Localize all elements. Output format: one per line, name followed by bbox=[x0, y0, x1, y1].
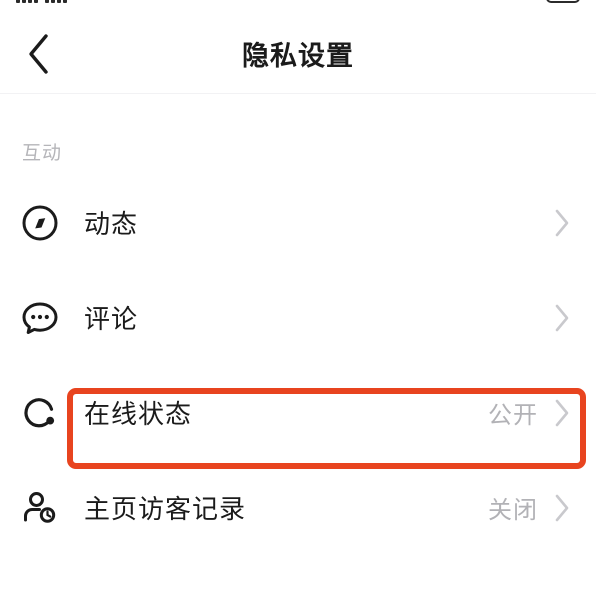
chevron-right-icon bbox=[550, 493, 574, 523]
settings-list: 动态 评论 在线状态 公开 主页访客记录 关闭 bbox=[0, 175, 596, 555]
list-item-label: 在线状态 bbox=[84, 399, 193, 429]
section-header-interaction: 互动 bbox=[22, 143, 63, 164]
comment-bubble-icon bbox=[18, 296, 62, 340]
wifi-icon: ▲ bbox=[481, 0, 498, 4]
list-item-value: 关闭 bbox=[488, 497, 538, 524]
list-item-value: 公开 bbox=[488, 402, 538, 429]
visitor-record-icon bbox=[18, 486, 62, 530]
network-arrows-icon: ↑↓ bbox=[165, 0, 178, 2]
signal-bars-secondary-icon bbox=[45, 0, 67, 3]
list-item-visitor-records[interactable]: 主页访客记录 关闭 bbox=[0, 460, 596, 555]
signal-bars-icon bbox=[16, 0, 38, 3]
back-button[interactable] bbox=[10, 26, 66, 82]
chevron-right-icon bbox=[550, 208, 574, 238]
status-bar: 67.00 KB/s ↑↓ ⏱ ▲ 74% bbox=[0, 0, 596, 14]
list-item-comments[interactable]: 评论 bbox=[0, 270, 596, 365]
network-speed-unit: KB/s bbox=[133, 0, 158, 1]
list-item-label: 主页访客记录 bbox=[84, 494, 247, 524]
nav-bar: 隐私设置 bbox=[0, 14, 596, 94]
alarm-icon: ⏱ bbox=[460, 0, 473, 4]
compass-icon bbox=[18, 201, 62, 245]
online-status-icon bbox=[18, 391, 62, 435]
battery-icon bbox=[546, 0, 580, 3]
battery-percent-label: 74% bbox=[506, 0, 538, 3]
chevron-right-icon bbox=[550, 398, 574, 428]
list-item-label: 评论 bbox=[84, 304, 139, 334]
page-title: 隐私设置 bbox=[242, 41, 354, 71]
status-bar-right: ⏱ ▲ 74% bbox=[460, 0, 580, 4]
phone-screen: 67.00 KB/s ↑↓ ⏱ ▲ 74% 隐私设置 互动 bbox=[0, 0, 596, 592]
list-item-moments[interactable]: 动态 bbox=[0, 175, 596, 270]
list-item-label: 动态 bbox=[84, 209, 139, 239]
network-speed-value: 67.00 bbox=[74, 0, 125, 6]
chevron-right-icon bbox=[550, 303, 574, 333]
list-item-online-status[interactable]: 在线状态 公开 bbox=[0, 365, 596, 460]
chevron-left-icon bbox=[29, 33, 48, 74]
status-bar-left: 67.00 KB/s ↑↓ bbox=[16, 0, 178, 6]
